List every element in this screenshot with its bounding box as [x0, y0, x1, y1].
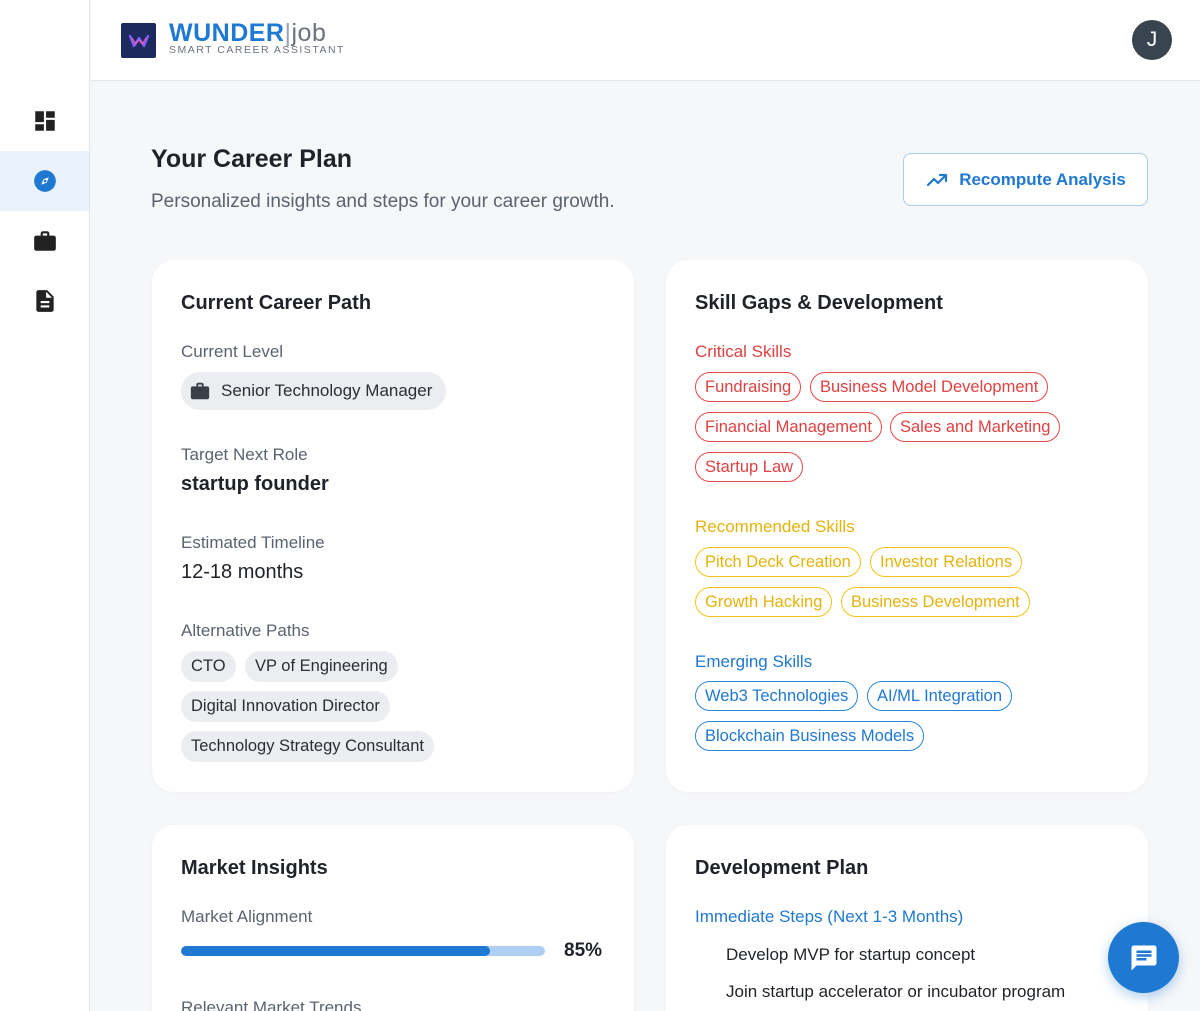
- target-role-value: startup founder: [181, 473, 329, 495]
- nav-jobs[interactable]: [0, 211, 89, 271]
- nav-career-plan[interactable]: [0, 151, 89, 211]
- market-alignment-percent: 85%: [564, 940, 603, 961]
- alt-path-chip[interactable]: Digital Innovation Director: [181, 691, 390, 722]
- career-path-title: Current Career Path: [181, 292, 372, 314]
- development-step: Join startup accelerator or incubator pr…: [726, 982, 1066, 1001]
- briefcase-icon: [33, 231, 56, 251]
- critical-skill-tag[interactable]: Business Model Development: [810, 372, 1049, 402]
- alt-path-chip[interactable]: Technology Strategy Consultant: [181, 731, 434, 762]
- alt-path-chip[interactable]: CTO: [181, 651, 236, 682]
- top-header: WUNDER|job SMART CAREER ASSISTANT J: [91, 0, 1200, 81]
- recompute-label: Recompute Analysis: [959, 169, 1126, 189]
- recommended-skill-tag[interactable]: Investor Relations: [870, 547, 1023, 577]
- emerging-skill-tag[interactable]: AI/ML Integration: [867, 681, 1013, 711]
- alternative-paths-label: Alternative Paths: [181, 621, 310, 640]
- chat-icon: [1131, 945, 1156, 970]
- timeline-label: Estimated Timeline: [181, 533, 325, 552]
- recommended-skills-label: Recommended Skills: [695, 517, 855, 536]
- critical-skill-tag[interactable]: Financial Management: [695, 412, 882, 442]
- current-level-label: Current Level: [181, 342, 284, 361]
- brand-name-light: job: [291, 19, 327, 47]
- development-plan-card: Development Plan Immediate Steps (Next 1…: [666, 825, 1148, 1011]
- market-alignment-bar: [181, 946, 545, 956]
- current-level-value: Senior Technology Manager: [221, 381, 433, 400]
- brand-logo-icon[interactable]: [121, 23, 156, 58]
- recommended-skill-tag[interactable]: Business Development: [841, 587, 1030, 617]
- dashboard-icon: [34, 111, 55, 131]
- timeline-value: 12-18 months: [181, 561, 304, 583]
- emerging-skill-tag[interactable]: Blockchain Business Models: [695, 721, 925, 751]
- market-alignment-label: Market Alignment: [181, 907, 313, 926]
- market-alignment-fill: [181, 946, 491, 956]
- page-title: Your Career Plan: [151, 145, 353, 173]
- emerging-skills-label: Emerging Skills: [695, 652, 813, 671]
- sidebar: [0, 0, 90, 1011]
- recompute-analysis-button[interactable]: Recompute Analysis: [903, 153, 1148, 206]
- chat-button[interactable]: [1108, 922, 1179, 993]
- market-insights-card: Market Insights Market Alignment 85% Rel…: [152, 825, 634, 1011]
- document-icon: [35, 290, 54, 312]
- nav-documents[interactable]: [0, 271, 89, 331]
- trending-up-icon: [927, 173, 948, 186]
- critical-skill-tag[interactable]: Fundraising: [695, 372, 802, 402]
- brand-tagline: SMART CAREER ASSISTANT: [169, 44, 345, 56]
- emerging-skill-tag[interactable]: Web3 Technologies: [695, 681, 859, 711]
- critical-skill-tag[interactable]: Sales and Marketing: [890, 412, 1061, 442]
- critical-skills-label: Critical Skills: [695, 342, 792, 361]
- recommended-skill-tag[interactable]: Pitch Deck Creation: [695, 547, 861, 577]
- brand-name: WUNDER|job SMART CAREER ASSISTANT: [169, 20, 345, 56]
- career-path-card: Current Career Path Current Level Senior…: [152, 260, 634, 792]
- market-insights-title: Market Insights: [181, 857, 328, 879]
- recommended-skill-tag[interactable]: Growth Hacking: [695, 587, 833, 617]
- target-role-label: Target Next Role: [181, 445, 308, 464]
- skill-gaps-card: Skill Gaps & Development Critical Skills…: [666, 260, 1148, 792]
- immediate-steps-label: Immediate Steps (Next 1-3 Months): [695, 907, 964, 926]
- alt-path-chip[interactable]: VP of Engineering: [245, 651, 398, 682]
- compass-icon: [33, 170, 56, 192]
- user-avatar[interactable]: J: [1132, 20, 1172, 60]
- development-plan-title: Development Plan: [695, 857, 869, 879]
- skill-gaps-title: Skill Gaps & Development: [695, 292, 943, 314]
- development-step: Develop MVP for startup concept: [726, 945, 976, 964]
- page-subtitle: Personalized insights and steps for your…: [151, 191, 615, 212]
- market-trends-label: Relevant Market Trends: [181, 998, 362, 1011]
- current-level-chip: Senior Technology Manager: [181, 372, 447, 410]
- brand-name-bold: WUNDER: [169, 19, 285, 47]
- nav-dashboard[interactable]: [0, 91, 89, 151]
- briefcase-icon: [190, 382, 210, 400]
- critical-skill-tag[interactable]: Startup Law: [695, 452, 804, 482]
- brand-name-separator: |: [284, 19, 292, 47]
